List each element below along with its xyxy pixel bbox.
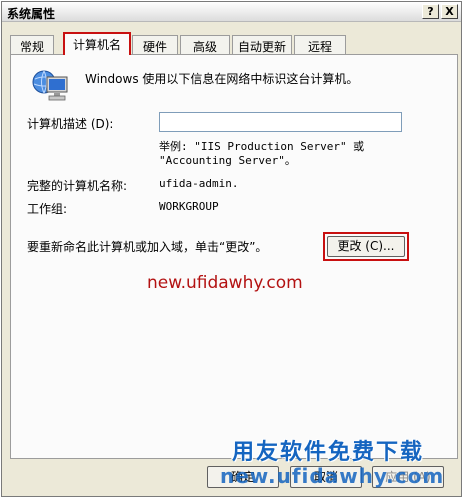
tab-general[interactable]: 常规 — [10, 35, 54, 54]
intro-text: Windows 使用以下信息在网络中标识这台计算机。 — [85, 72, 359, 86]
rename-instructions: 要重新命名此计算机或加入域，单击“更改”。 — [27, 240, 268, 254]
tab-strip: 常规 计算机名 硬件 高级 自动更新 远程 — [10, 32, 460, 55]
example-line-2: "Accounting Server"。 — [159, 154, 296, 167]
window-title: 系统属性 — [7, 7, 56, 21]
computer-description-input[interactable] — [159, 112, 402, 132]
description-example: 举例: "IIS Production Server" 或 "Accountin… — [159, 140, 364, 168]
tab-hardware[interactable]: 硬件 — [132, 35, 178, 54]
workgroup-name: WORKGROUP — [159, 200, 219, 213]
workgroup-label: 工作组: — [27, 202, 68, 216]
tab-advanced[interactable]: 高级 — [180, 35, 230, 54]
example-line-1: 举例: "IIS Production Server" 或 — [159, 140, 365, 153]
tab-computer-name[interactable]: 计算机名 — [63, 32, 131, 55]
watermark-site-red: new.ufidawhy.com — [147, 273, 303, 293]
tab-automatic-updates[interactable]: 自动更新 — [232, 35, 292, 54]
description-label: 计算机描述 (D): — [27, 117, 114, 131]
watermark-site-blue: new.ufidawhy.com — [220, 464, 445, 488]
close-button[interactable]: X — [441, 4, 458, 19]
system-properties-window: 系统属性 ? X 常规 计算机名 硬件 高级 自动更新 远程 Windows 使… — [1, 1, 462, 497]
computer-name-panel: Windows 使用以下信息在网络中标识这台计算机。 计算机描述 (D): 举例… — [10, 54, 458, 459]
help-button[interactable]: ? — [422, 4, 439, 19]
title-bar: 系统属性 ? X — [2, 2, 461, 22]
full-name-label: 完整的计算机名称: — [27, 179, 128, 193]
rename-highlight: 更改 (C)... — [323, 232, 409, 261]
change-button[interactable]: 更改 (C)... — [327, 236, 405, 257]
tab-remote[interactable]: 远程 — [294, 35, 346, 54]
computer-network-icon — [32, 70, 68, 101]
full-computer-name: ufida-admin. — [159, 177, 239, 190]
